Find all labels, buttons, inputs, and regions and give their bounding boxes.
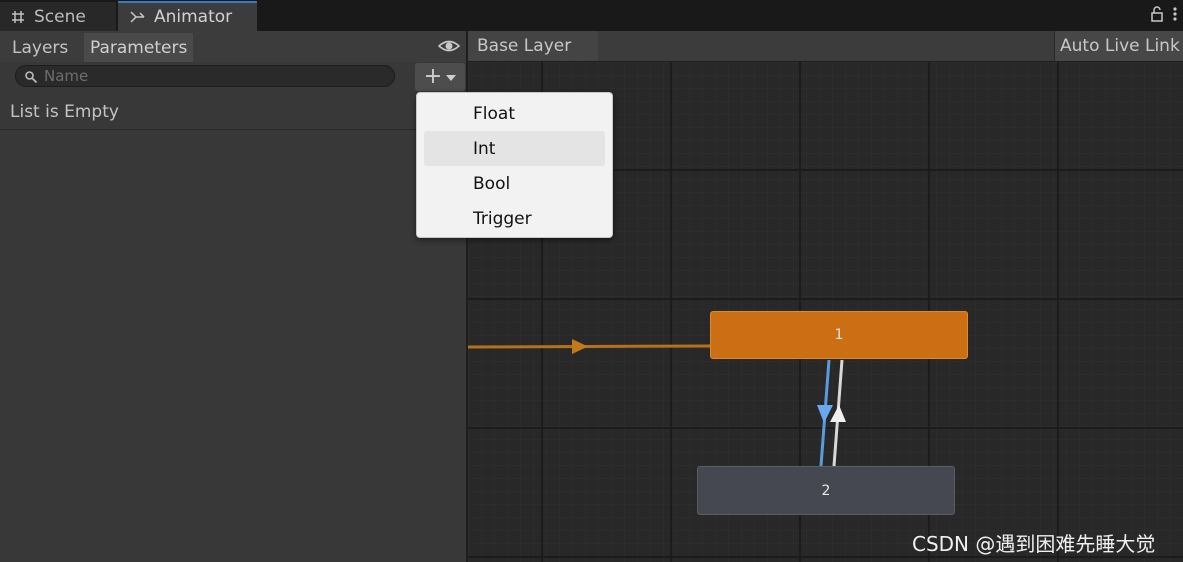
watermark: CSDN @遇到困难先睡大觉 xyxy=(912,532,1156,556)
state-node-2[interactable]: 2 xyxy=(697,466,955,515)
plus-icon: + xyxy=(423,64,443,89)
more-vertical-icon[interactable] xyxy=(1173,6,1177,26)
window-tab-bar: Scene Animator xyxy=(0,0,1183,31)
menu-item-int[interactable]: Int xyxy=(424,131,605,166)
tab-animator[interactable]: Animator xyxy=(118,1,257,31)
search-icon xyxy=(24,69,38,84)
tab-layers[interactable]: Layers xyxy=(6,33,74,62)
empty-list-message: List is Empty xyxy=(0,95,466,130)
add-parameter-button[interactable]: + xyxy=(415,63,465,91)
tab-parameters[interactable]: Parameters xyxy=(84,33,194,62)
auto-live-link-button[interactable]: Auto Live Link xyxy=(1054,31,1183,61)
tab-animator-label: Animator xyxy=(154,7,233,27)
lock-icon[interactable] xyxy=(1151,6,1163,26)
graph-toolbar: Base Layer Auto Live Link xyxy=(468,31,1183,62)
state-node-1[interactable]: 1 xyxy=(710,311,968,359)
chevron-down-icon xyxy=(446,75,457,81)
search-field[interactable] xyxy=(15,65,395,87)
eye-icon[interactable] xyxy=(437,37,461,55)
search-input[interactable] xyxy=(44,67,364,85)
tab-scene[interactable]: Scene xyxy=(0,2,116,31)
menu-item-bool[interactable]: Bool xyxy=(424,166,605,201)
breadcrumb-arrow xyxy=(586,31,598,61)
animator-icon xyxy=(130,10,146,24)
menu-item-float[interactable]: Float xyxy=(424,96,605,131)
tab-scene-label: Scene xyxy=(34,6,86,27)
grid-icon xyxy=(10,10,26,24)
panel-tab-bar: Layers Parameters xyxy=(0,31,466,62)
menu-item-trigger[interactable]: Trigger xyxy=(424,201,605,236)
window-controls xyxy=(1151,6,1177,26)
parameters-panel: Layers Parameters + List is Empty xyxy=(0,31,466,562)
parameter-type-menu: Float Int Bool Trigger xyxy=(416,92,613,238)
breadcrumb[interactable]: Base Layer xyxy=(468,31,598,61)
